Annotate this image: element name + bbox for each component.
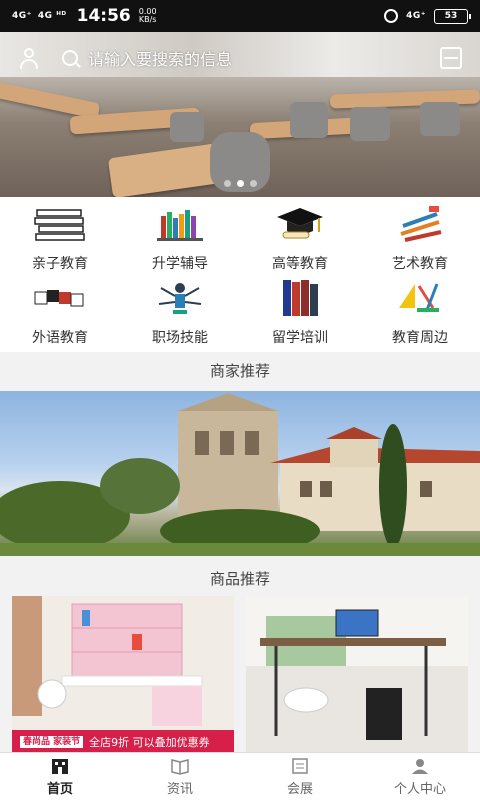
carousel-dot-active[interactable] <box>236 180 244 187</box>
pencils-icon <box>392 203 448 245</box>
hero-chair <box>290 102 328 138</box>
promo-strip: 春尚品 家装节 全店9折 可以叠加优惠券 <box>12 730 234 754</box>
book-row-icon <box>272 277 328 319</box>
exhibition-icon <box>290 757 310 775</box>
stationery-icon <box>392 277 448 319</box>
signal-1-indicator: 4G⁺ <box>12 11 32 21</box>
category-item[interactable]: 亲子教育 <box>0 203 120 277</box>
news-icon <box>170 757 190 775</box>
user-icon-head <box>24 48 34 58</box>
category-label: 升学辅导 <box>152 256 208 272</box>
nav-item-home[interactable]: 首页 <box>0 753 120 800</box>
promo-brand: 春尚品 家装节 <box>20 736 84 748</box>
category-label: 艺术教育 <box>392 256 448 272</box>
category-item[interactable]: 升学辅导 <box>120 203 240 277</box>
language-blocks-icon <box>32 277 88 319</box>
hero-desk <box>0 80 101 120</box>
status-right: 4G⁺ 53 <box>384 8 471 24</box>
category-item[interactable]: 艺术教育 <box>360 203 480 277</box>
category-item[interactable]: 外语教育 <box>0 277 120 351</box>
network-speed: 0.00 KB/s <box>139 8 157 24</box>
search-icon <box>62 50 78 66</box>
bookshelf-icon <box>152 203 208 245</box>
profile-icon <box>410 757 430 775</box>
hero-chair <box>170 112 204 142</box>
category-label: 教育周边 <box>392 330 448 346</box>
graduation-cap-icon <box>272 203 328 245</box>
category-label: 外语教育 <box>32 330 88 346</box>
category-item[interactable]: 教育周边 <box>360 277 480 351</box>
product-section-title: 商品推荐 <box>0 560 480 596</box>
category-item[interactable]: 职场技能 <box>120 277 240 351</box>
nav-label: 首页 <box>46 781 73 797</box>
status-bar: 4G⁺ 4G ᴴᴰ 14:56 0.00 KB/s 4G⁺ 53 <box>0 0 480 32</box>
search-placeholder[interactable]: 请输入要搜索的信息 <box>88 46 232 70</box>
category-label: 留学培训 <box>272 330 328 346</box>
category-item[interactable]: 高等教育 <box>240 203 360 277</box>
multitask-person-icon <box>152 277 208 319</box>
home-icon <box>50 757 70 775</box>
status-clock: 14:56 <box>76 6 131 26</box>
battery-icon: 53 <box>434 8 471 24</box>
books-stack-icon <box>32 203 88 245</box>
battery-level: 53 <box>444 11 458 21</box>
network-speed-unit: KB/s <box>138 15 157 24</box>
product-card[interactable] <box>246 596 468 754</box>
hero-banner[interactable]: 请输入要搜索的信息 <box>0 32 480 197</box>
nav-label: 资讯 <box>166 781 193 797</box>
alarm-icon <box>384 9 399 23</box>
product-card[interactable]: 春尚品 家装节 全店9折 可以叠加优惠券 <box>12 596 234 754</box>
top-search-bar: 请输入要搜索的信息 <box>0 40 480 76</box>
signal-3-indicator: 4G⁺ <box>406 11 426 21</box>
bottom-nav: 首页 资讯 会展 个人中心 <box>0 752 480 800</box>
signal-2-indicator: 4G ᴴᴰ <box>37 11 67 21</box>
nav-item-profile[interactable]: 个人中心 <box>360 753 480 800</box>
category-label: 职场技能 <box>152 330 208 346</box>
carousel-dots <box>0 180 480 187</box>
scan-icon[interactable] <box>440 47 462 69</box>
hero-chair <box>350 107 390 141</box>
nav-label: 会展 <box>286 781 313 797</box>
promo-text: 全店9折 可以叠加优惠券 <box>89 736 210 749</box>
user-icon-shoulders <box>20 59 38 69</box>
category-grid: 亲子教育 升学辅导 高等教育 艺术教育 外语教育 职场技能 留学培训 教育周边 <box>0 197 480 352</box>
category-label: 亲子教育 <box>32 256 88 272</box>
nav-item-news[interactable]: 资讯 <box>120 753 240 800</box>
merchant-banner[interactable] <box>0 391 480 556</box>
search-box[interactable]: 请输入要搜索的信息 <box>62 46 440 70</box>
nav-label: 个人中心 <box>393 781 446 797</box>
carousel-dot[interactable] <box>223 180 231 187</box>
carousel-dot[interactable] <box>249 180 257 187</box>
category-item[interactable]: 留学培训 <box>240 277 360 351</box>
computer-desk-image <box>246 596 468 754</box>
category-label: 高等教育 <box>272 256 328 272</box>
campus-illustration <box>0 393 480 556</box>
user-icon[interactable] <box>18 47 40 69</box>
nav-item-exhibition[interactable]: 会展 <box>240 753 360 800</box>
product-list: 春尚品 家装节 全店9折 可以叠加优惠券 <box>0 596 480 754</box>
merchant-section-title: 商家推荐 <box>0 352 480 388</box>
hero-chair <box>420 102 460 136</box>
status-left: 4G⁺ 4G ᴴᴰ 14:56 0.00 KB/s <box>12 6 157 26</box>
